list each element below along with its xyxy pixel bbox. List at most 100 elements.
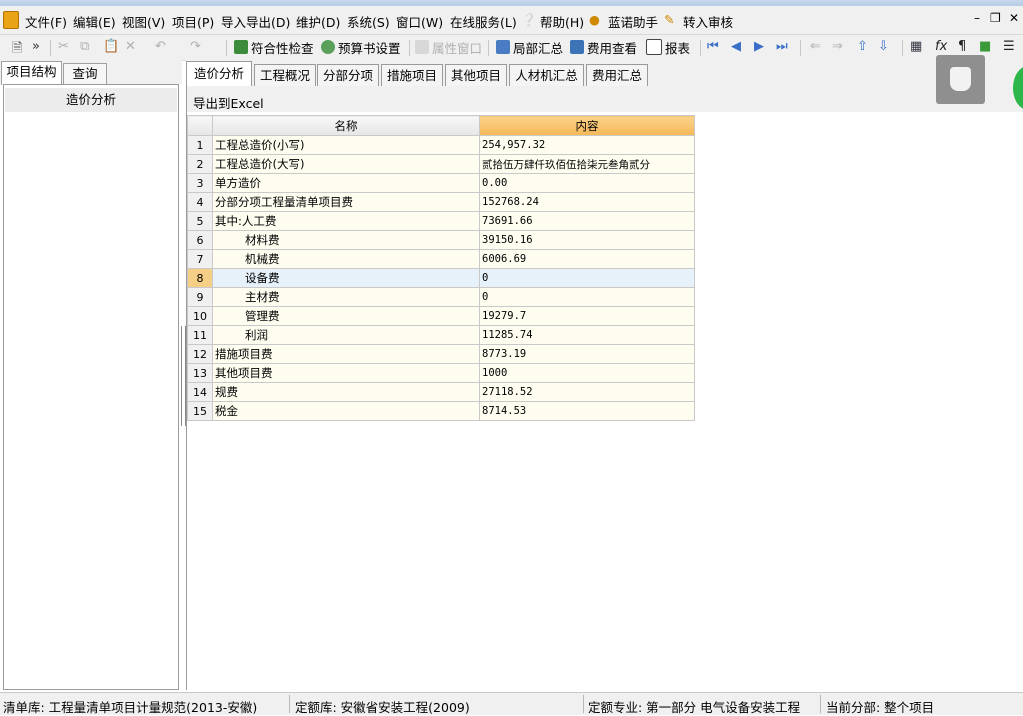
menu-maintain[interactable]: 维护(D) xyxy=(296,12,340,31)
paste-icon[interactable]: 📋 xyxy=(103,39,119,54)
cell-name[interactable]: 其中:人工费 xyxy=(212,211,480,231)
compliance-check-button[interactable]: 符合性检查 xyxy=(234,38,314,56)
tree-item-cost-analysis[interactable]: 造价分析 xyxy=(5,88,177,112)
tab-fee-summary[interactable]: 费用汇总 xyxy=(586,64,648,86)
cell-name[interactable]: 税金 xyxy=(212,401,480,421)
cell-name[interactable]: 机械费 xyxy=(212,249,480,269)
minimize-icon[interactable]: – xyxy=(974,11,980,25)
delete-icon[interactable]: ✕ xyxy=(125,39,136,54)
table-row[interactable]: 5 其中:人工费 73691.66 xyxy=(187,211,695,231)
table-row[interactable]: 13 其他项目费 1000 xyxy=(187,363,695,383)
formula-icon[interactable]: fx xyxy=(935,39,947,54)
table-row[interactable]: 11 利润 11285.74 xyxy=(187,325,695,345)
cell-content[interactable]: 254,957.32 xyxy=(479,135,695,155)
table-row[interactable]: 3 单方造价 0.00 xyxy=(187,173,695,193)
cell-name[interactable]: 工程总造价(小写) xyxy=(212,135,480,155)
cell-content[interactable]: 39150.16 xyxy=(479,230,695,250)
tab-project-overview[interactable]: 工程概况 xyxy=(254,64,316,86)
cell-content[interactable]: 19279.7 xyxy=(479,306,695,326)
row-number[interactable]: 2 xyxy=(187,154,213,174)
menu-edit[interactable]: 编辑(E) xyxy=(73,12,116,31)
table-row[interactable]: 9 主材费 0 xyxy=(187,287,695,307)
cell-content[interactable]: 27118.52 xyxy=(479,382,695,402)
row-number[interactable]: 1 xyxy=(187,135,213,155)
menu-project[interactable]: 项目(P) xyxy=(172,12,214,31)
tab-project-structure[interactable]: 项目结构 xyxy=(1,61,62,85)
report-button[interactable]: 报表 xyxy=(646,38,690,56)
menu-view[interactable]: 视图(V) xyxy=(122,12,165,31)
cell-content[interactable]: 73691.66 xyxy=(479,211,695,231)
close-icon[interactable]: ✕ xyxy=(1009,11,1019,25)
cell-name[interactable]: 设备费 xyxy=(212,268,480,288)
cut-icon[interactable]: ✂ xyxy=(58,39,69,54)
tab-sub-items[interactable]: 分部分项 xyxy=(317,64,379,86)
cell-name[interactable]: 其他项目费 xyxy=(212,363,480,383)
table-row[interactable]: 12 措施项目费 8773.19 xyxy=(187,344,695,364)
cell-name[interactable]: 管理费 xyxy=(212,306,480,326)
cell-content[interactable]: 0.00 xyxy=(479,173,695,193)
row-number[interactable]: 8 xyxy=(187,268,213,288)
cell-name[interactable]: 单方造价 xyxy=(212,173,480,193)
first-record-icon[interactable]: ⏮ xyxy=(707,39,719,54)
tab-measures[interactable]: 措施项目 xyxy=(381,64,443,86)
next-record-icon[interactable]: ▶ xyxy=(754,39,764,54)
cell-content[interactable]: 贰拾伍万肆仟玖佰伍拾柒元叁角贰分 xyxy=(479,154,695,174)
row-number[interactable]: 13 xyxy=(187,363,213,383)
fee-view-button[interactable]: 费用查看 xyxy=(570,38,637,56)
column-header-content[interactable]: 内容 xyxy=(479,115,695,136)
undo-icon[interactable]: ↶ xyxy=(155,39,166,54)
cell-content[interactable]: 8714.53 xyxy=(479,401,695,421)
table-row[interactable]: 14 规费 27118.52 xyxy=(187,382,695,402)
row-number[interactable]: 6 xyxy=(187,230,213,250)
cell-content[interactable]: 1000 xyxy=(479,363,695,383)
cell-name[interactable]: 规费 xyxy=(212,382,480,402)
cell-name[interactable]: 分部分项工程量清单项目费 xyxy=(212,192,480,212)
table-row[interactable]: 7 机械费 6006.69 xyxy=(187,249,695,269)
cube-icon[interactable]: ■ xyxy=(979,39,991,54)
menu-file[interactable]: 文件(F) xyxy=(25,12,67,31)
more-icon[interactable]: » xyxy=(32,39,40,54)
restore-icon[interactable]: ❐ xyxy=(990,11,1001,25)
cell-name[interactable]: 工程总造价(大写) xyxy=(212,154,480,174)
row-number[interactable]: 5 xyxy=(187,211,213,231)
row-number[interactable]: 3 xyxy=(187,173,213,193)
cell-content[interactable]: 8773.19 xyxy=(479,344,695,364)
move-left-icon[interactable]: ⇐ xyxy=(810,39,821,54)
cell-content[interactable]: 11285.74 xyxy=(479,325,695,345)
tab-cost-analysis[interactable]: 造价分析 xyxy=(186,61,252,87)
cell-name[interactable]: 主材费 xyxy=(212,287,480,307)
cell-name[interactable]: 材料费 xyxy=(212,230,480,250)
paragraph-icon[interactable]: ¶ xyxy=(958,39,966,54)
budget-setting-button[interactable]: 预算书设置 xyxy=(321,38,401,56)
cell-name[interactable]: 利润 xyxy=(212,325,480,345)
tab-labor-material-summary[interactable]: 人材机汇总 xyxy=(509,64,584,86)
table-row[interactable]: 2 工程总造价(大写) 贰拾伍万肆仟玖佰伍拾柒元叁角贰分 xyxy=(187,154,695,174)
move-up-icon[interactable]: ⇧ xyxy=(857,39,868,54)
menu-window[interactable]: 窗口(W) xyxy=(396,12,443,31)
cell-content[interactable]: 0 xyxy=(479,287,695,307)
row-number[interactable]: 7 xyxy=(187,249,213,269)
prev-record-icon[interactable]: ◀ xyxy=(731,39,741,54)
tab-query[interactable]: 查询 xyxy=(63,63,107,84)
table-row[interactable]: 10 管理费 19279.7 xyxy=(187,306,695,326)
move-down-icon[interactable]: ⇩ xyxy=(878,39,889,54)
row-number[interactable]: 14 xyxy=(187,382,213,402)
export-excel-button[interactable]: 导出到Excel xyxy=(193,93,264,112)
menu-review[interactable]: 转入审核 xyxy=(683,12,733,31)
menu-import-export[interactable]: 导入导出(D) xyxy=(221,12,290,31)
menu-assistant[interactable]: 蓝诺助手 xyxy=(608,12,658,31)
cell-name[interactable]: 措施项目费 xyxy=(212,344,480,364)
row-number[interactable]: 15 xyxy=(187,401,213,421)
table-row[interactable]: 8 设备费 0 xyxy=(187,268,695,288)
cell-content[interactable]: 0 xyxy=(479,268,695,288)
menu-online-service[interactable]: 在线服务(L) xyxy=(450,12,517,31)
table-row[interactable]: 4 分部分项工程量清单项目费 152768.24 xyxy=(187,192,695,212)
row-number[interactable]: 9 xyxy=(187,287,213,307)
menu-system[interactable]: 系统(S) xyxy=(347,12,390,31)
table-row[interactable]: 6 材料费 39150.16 xyxy=(187,230,695,250)
table-row[interactable]: 15 税金 8714.53 xyxy=(187,401,695,421)
redo-icon[interactable]: ↷ xyxy=(190,39,201,54)
row-number[interactable]: 10 xyxy=(187,306,213,326)
table-row[interactable]: 1 工程总造价(小写) 254,957.32 xyxy=(187,135,695,155)
property-window-button[interactable]: 属性窗口 xyxy=(415,38,482,56)
